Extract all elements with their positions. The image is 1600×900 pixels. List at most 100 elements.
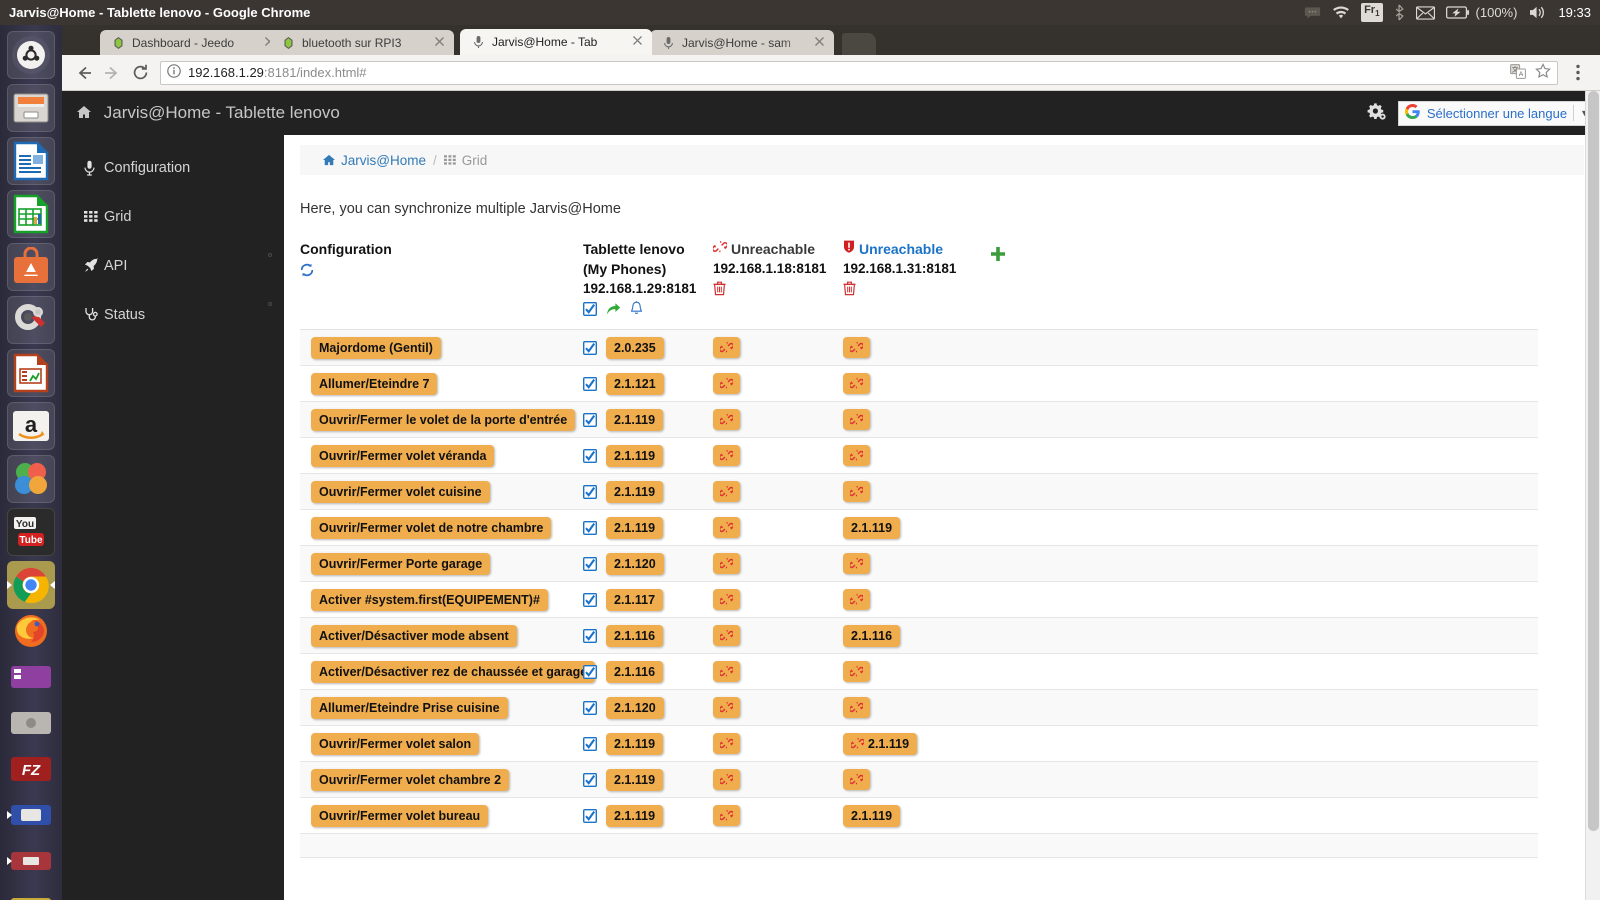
table-row[interactable]: Ouvrir/Fermer volet salon 2.1.119 2.1.119 xyxy=(300,726,1538,762)
version-badge[interactable]: 2.1.119 xyxy=(606,408,664,431)
checkbox-icon[interactable] xyxy=(582,700,598,715)
checkbox-icon[interactable] xyxy=(582,736,598,751)
star-icon[interactable] xyxy=(1535,63,1551,82)
unreachable-badge[interactable] xyxy=(843,661,870,682)
unreachable-badge[interactable] xyxy=(713,733,740,754)
version-badge[interactable]: 2.1.119 xyxy=(843,516,901,539)
version-badge[interactable]: 2.1.119 xyxy=(843,804,901,827)
browser-tab-3[interactable]: Jarvis@Home - sam xyxy=(650,30,834,55)
filezilla-icon[interactable]: FZ xyxy=(7,745,55,793)
version-badge[interactable]: 2.0.235 xyxy=(606,336,664,359)
table-row[interactable]: Allumer/Eteindre 7 2.1.121 xyxy=(300,366,1538,402)
table-row[interactable]: Ouvrir/Fermer volet véranda 2.1.119 xyxy=(300,438,1538,474)
version-badge[interactable]: 2.1.120 xyxy=(606,552,664,575)
version-badge[interactable]: 2.1.121 xyxy=(606,372,664,395)
unreachable-badge[interactable] xyxy=(713,517,740,538)
checkbox-icon[interactable] xyxy=(582,376,598,391)
close-icon[interactable] xyxy=(814,36,828,50)
unreachable-badge[interactable] xyxy=(713,661,740,682)
unreachable-badge[interactable] xyxy=(713,553,740,574)
table-row[interactable]: Ouvrir/Fermer Porte garage 2.1.120 xyxy=(300,546,1538,582)
unreachable-badge[interactable] xyxy=(713,373,740,394)
table-row[interactable]: Activer #system.first(EQUIPEMENT)# 2.1.11… xyxy=(300,582,1538,618)
add-node-button[interactable] xyxy=(990,246,1006,267)
libreoffice-writer-icon[interactable] xyxy=(7,137,55,185)
version-badge[interactable]: 2.1.119 xyxy=(606,804,664,827)
version-badge[interactable]: 2.1.116 xyxy=(606,660,664,683)
checkbox-icon[interactable] xyxy=(582,340,598,355)
unreachable-badge[interactable] xyxy=(713,769,740,790)
checkbox-icon[interactable] xyxy=(582,592,598,607)
checkbox-icon[interactable] xyxy=(582,628,598,643)
shotwell-icon[interactable] xyxy=(7,455,55,503)
keyboard-layout-icon[interactable]: Fr1 xyxy=(1361,3,1383,22)
unreachable-badge[interactable] xyxy=(713,409,740,430)
unreachable-badge[interactable] xyxy=(843,769,870,790)
version-badge[interactable]: 2.1.119 xyxy=(843,732,918,755)
table-row[interactable]: Ouvrir/Fermer volet bureau 2.1.119 2.1.119 xyxy=(300,798,1538,834)
app-stack-icon-yellow[interactable] xyxy=(7,883,55,900)
unreachable-badge[interactable] xyxy=(843,697,870,718)
config-name-badge[interactable]: Ouvrir/Fermer volet véranda xyxy=(311,444,495,467)
unreachable-badge[interactable] xyxy=(713,337,740,358)
version-badge[interactable]: 2.1.119 xyxy=(606,768,664,791)
sidebar-item-grid[interactable]: Grid xyxy=(62,192,284,241)
config-name-badge[interactable]: Activer/Désactiver rez de chaussée et ga… xyxy=(311,660,596,683)
config-name-badge[interactable]: Ouvrir/Fermer volet bureau xyxy=(311,804,489,827)
firefox-icon[interactable] xyxy=(7,607,55,655)
config-name-badge[interactable]: Ouvrir/Fermer volet salon xyxy=(311,732,480,755)
browser-tab-0[interactable]: Dashboard - Jeedo xyxy=(100,30,284,55)
unreachable-badge[interactable] xyxy=(713,805,740,826)
translate-icon[interactable]: 文A xyxy=(1510,63,1526,82)
table-row[interactable]: Ouvrir/Fermer volet cuisine 2.1.119 xyxy=(300,474,1538,510)
unreachable-badge[interactable] xyxy=(713,589,740,610)
table-row[interactable]: Activer/Désactiver rez de chaussée et ga… xyxy=(300,654,1538,690)
youtube-icon[interactable]: You Tube xyxy=(7,508,55,556)
close-icon[interactable] xyxy=(434,36,448,50)
trash-icon[interactable] xyxy=(843,281,856,301)
clock-label[interactable]: 19:33 xyxy=(1558,5,1591,20)
share-arrow-icon[interactable] xyxy=(606,302,621,321)
unreachable-badge[interactable] xyxy=(843,553,870,574)
unreachable-badge[interactable] xyxy=(843,589,870,610)
back-button[interactable] xyxy=(70,59,98,87)
table-row[interactable]: Majordome (Gentil) 2.0.235 xyxy=(300,330,1538,366)
version-badge[interactable]: 2.1.119 xyxy=(606,480,664,503)
libreoffice-calc-icon[interactable] xyxy=(7,190,55,238)
chat-icon[interactable] xyxy=(1304,0,1321,25)
checkbox-icon[interactable] xyxy=(582,448,598,463)
trash-icon[interactable] xyxy=(713,281,726,301)
ubuntu-software-icon[interactable] xyxy=(7,243,55,291)
table-row[interactable]: Ouvrir/Fermer le volet de la porte d'ent… xyxy=(300,402,1538,438)
config-name-badge[interactable]: Ouvrir/Fermer volet cuisine xyxy=(311,480,490,503)
sidebar-item-configuration[interactable]: Configuration xyxy=(62,143,284,192)
libreoffice-impress-icon[interactable] xyxy=(7,349,55,397)
unreachable-badge[interactable] xyxy=(713,445,740,466)
new-tab-button[interactable] xyxy=(842,33,876,55)
bluetooth-icon[interactable] xyxy=(1394,0,1405,25)
config-name-badge[interactable]: Activer/Désactiver mode absent xyxy=(311,624,517,647)
unreachable-badge[interactable] xyxy=(843,445,870,466)
battery-icon[interactable] xyxy=(1445,0,1469,25)
browser-tab-1[interactable]: bluetooth sur RPI3 xyxy=(270,30,454,55)
version-badge[interactable]: 2.1.119 xyxy=(606,732,664,755)
unreachable-badge[interactable] xyxy=(843,373,870,394)
files-icon[interactable] xyxy=(7,84,55,132)
address-bar[interactable]: 192.168.1.29:8181/index.html# 文A xyxy=(160,60,1558,85)
bell-icon[interactable] xyxy=(630,301,643,321)
checkbox-icon[interactable] xyxy=(582,664,598,679)
reload-button[interactable] xyxy=(126,59,154,87)
forward-button[interactable] xyxy=(98,59,126,87)
config-name-badge[interactable]: Ouvrir/Fermer volet chambre 2 xyxy=(311,768,510,791)
sidebar-item-api[interactable]: API xyxy=(62,241,284,290)
unreachable-badge[interactable] xyxy=(713,697,740,718)
system-settings-icon[interactable] xyxy=(7,296,55,344)
checkbox-icon[interactable] xyxy=(582,520,598,535)
version-badge[interactable]: 2.1.119 xyxy=(606,444,664,467)
checkbox-icon[interactable] xyxy=(582,772,598,787)
language-selector[interactable]: Sélectionner une langue ▼ xyxy=(1397,100,1592,126)
breadcrumb-home-link[interactable]: Jarvis@Home xyxy=(341,153,426,168)
ubuntu-dash-icon[interactable] xyxy=(7,31,55,79)
refresh-icon[interactable] xyxy=(300,263,583,282)
table-row[interactable]: Activer/Désactiver mode absent 2.1.116 2.1… xyxy=(300,618,1538,654)
